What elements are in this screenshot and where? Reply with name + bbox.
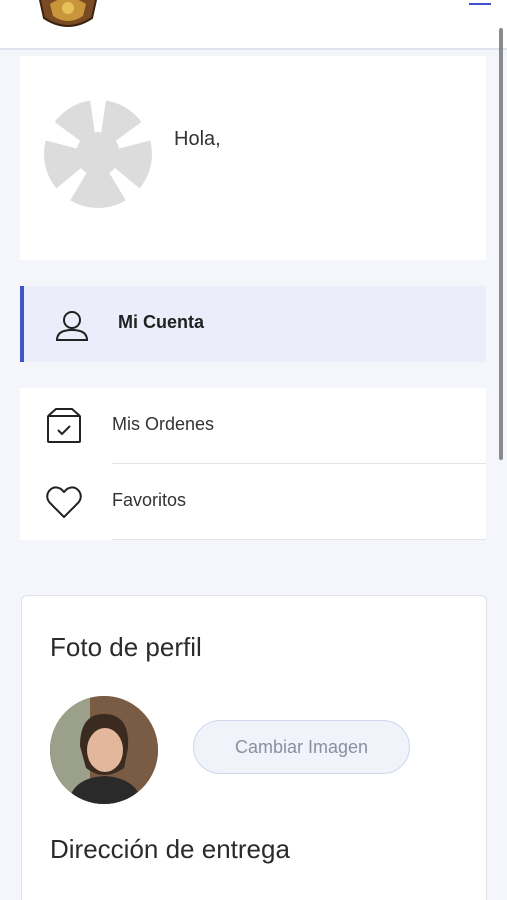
nav-item-label: Mi Cuenta xyxy=(118,312,205,332)
greeting-card: Hola, xyxy=(20,56,486,260)
user-icon xyxy=(52,306,92,346)
profile-photo xyxy=(50,696,158,804)
nav-item-favoritos[interactable]: Favoritos xyxy=(20,464,486,540)
heart-icon xyxy=(44,482,84,522)
scrollbar[interactable] xyxy=(499,28,503,460)
avatar-placeholder-icon xyxy=(44,100,152,208)
nav-list: Mis Ordenes Favoritos xyxy=(20,388,486,540)
profile-card: Foto de perfil Cambiar Imagen Dirección … xyxy=(21,595,487,900)
nav-item-label: Favoritos xyxy=(112,490,187,510)
greeting-text: Hola, xyxy=(174,128,221,150)
nav-item-label: Mis Ordenes xyxy=(112,414,215,434)
top-bar xyxy=(0,0,507,50)
box-check-icon xyxy=(44,406,84,446)
hamburger-menu-icon[interactable] xyxy=(469,0,495,10)
delivery-address-title: Dirección de entrega xyxy=(50,834,290,864)
nav-item-mis-ordenes[interactable]: Mis Ordenes xyxy=(20,388,486,464)
shield-logo-icon[interactable] xyxy=(34,0,102,32)
change-image-button[interactable]: Cambiar Imagen xyxy=(193,720,410,774)
nav-item-mi-cuenta[interactable]: Mi Cuenta xyxy=(20,286,486,362)
profile-photo-title: Foto de perfil xyxy=(50,632,202,662)
divider xyxy=(112,539,486,540)
